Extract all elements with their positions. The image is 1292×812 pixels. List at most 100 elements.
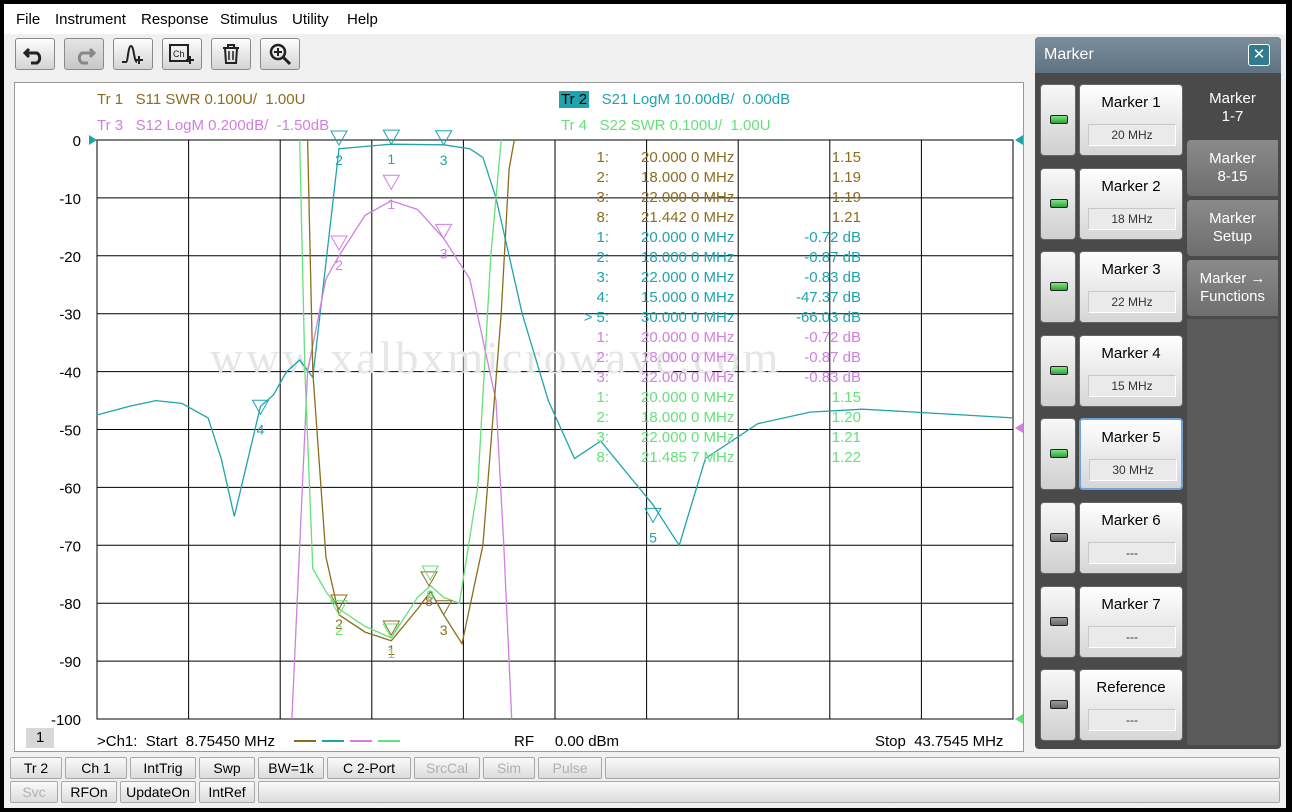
marker-toggle-1[interactable] [1040,84,1076,156]
window-number[interactable]: 1 [26,728,54,748]
marker-button-1[interactable]: Marker 1 20 MHz [1079,84,1183,156]
y-tick-label: -90 [59,654,81,671]
marker-readout-frequency: 22.000 0 MHz [641,429,735,446]
menu-file[interactable]: File [16,11,40,28]
trace-label-tr3: S12 LogM 0.200dB/ -1.50dB [135,117,330,134]
zoom-icon [269,43,292,66]
marker-readout-row: 1: 20.000 0 MHz -0.72 dB [15,329,1015,349]
marker-button-6[interactable]: Marker 6 --- [1079,502,1183,574]
menu-response[interactable]: Response [141,11,209,28]
status-inttrig[interactable]: IntTrig [130,757,196,779]
marker-value-field[interactable]: --- [1088,709,1176,732]
menu-help[interactable]: Help [347,11,378,28]
status-tr-2[interactable]: Tr 2 [10,757,62,779]
marker-readout-row: 2: 18.000 0 MHz -0.87 dB [15,249,1015,269]
led-indicator-icon [1050,198,1068,208]
close-button[interactable]: ✕ [1248,44,1270,66]
trash-icon [223,44,239,64]
trace-header-tr2[interactable]: Tr 2 S21 LogM 10.00dB/ 0.00dB [559,91,790,108]
status-srccal[interactable]: SrcCal [414,757,480,779]
status-swp[interactable]: Swp [199,757,255,779]
marker-readout-id: 3: [596,429,609,446]
tab-marker-3[interactable]: Marker Setup [1187,200,1278,256]
start-frequency[interactable]: >Ch1: Start 8.75450 MHz [97,733,275,750]
status-updateon[interactable]: UpdateOn [120,781,196,803]
marker-triangle[interactable] [330,130,348,147]
marker-button-label: Reference [1096,679,1166,697]
marker-value-field[interactable]: 18 MHz [1088,207,1176,230]
marker-button-7[interactable]: Marker 7 --- [1079,585,1183,658]
redo-button[interactable] [64,38,104,70]
marker-value-field[interactable]: 22 MHz [1088,291,1176,314]
marker-button-4[interactable]: Marker 4 15 MHz [1079,334,1183,407]
marker-readout-row: 1: 20.000 0 MHz 1.15 [15,389,1015,409]
status-intref[interactable]: IntRef [199,781,255,803]
status-rfon[interactable]: RFOn [61,781,117,803]
status-pulse[interactable]: Pulse [538,757,602,779]
marker-readout-row: 8: 21.442 0 MHz 1.21 [15,209,1015,229]
menu-stimulus[interactable]: Stimulus [220,11,278,28]
marker-button-5[interactable]: Marker 5 30 MHz [1079,418,1183,491]
marker-triangle[interactable] [644,507,662,524]
status-sim[interactable]: Sim [483,757,535,779]
led-indicator-icon [1050,282,1068,292]
marker-readout-frequency: 18.000 0 MHz [641,169,735,186]
tab-marker-2[interactable]: Marker 8-15 [1187,140,1278,196]
status-c-2-port[interactable]: C 2-Port [327,757,411,779]
marker-value-field[interactable]: 20 MHz [1088,124,1176,146]
marker-toggle-4[interactable] [1040,334,1076,407]
undo-button[interactable] [15,38,55,70]
add-marker-button[interactable] [113,38,153,70]
marker-button-label: Marker 5 [1101,429,1161,447]
marker-value-field[interactable]: 30 MHz [1089,459,1177,482]
marker-readout-id: 3: [596,189,609,206]
marker-readout-value: 1.15 [831,389,861,406]
marker-readout-id: 1: [596,389,609,406]
trace-header-tr3[interactable]: Tr 3 S12 LogM 0.200dB/ -1.50dB [97,117,329,134]
marker-readout-id: 3: [596,269,609,286]
app-window: File Instrument Response Stimulus Utilit… [4,4,1286,808]
menu-bar: File Instrument Response Stimulus Utilit… [4,4,1286,34]
status-svc[interactable]: Svc [10,781,58,803]
menu-utility[interactable]: Utility [292,11,329,28]
trace-id-tr2: Tr 2 [559,91,590,108]
marker-toggle-3[interactable] [1040,251,1076,324]
zoom-button[interactable] [260,38,300,70]
marker-readout-value: 1.22 [831,449,861,466]
marker-value-field[interactable]: --- [1088,625,1176,648]
marker-readout-value: -0.87 dB [804,349,861,366]
status-ch-1[interactable]: Ch 1 [65,757,127,779]
led-indicator-icon [1050,616,1068,626]
measurement-window[interactable]: www.xalbxmicrowave.com 0 -10 -20 -30 -40 -50-… [14,82,1024,752]
delete-button[interactable] [211,38,251,70]
marker-button-3[interactable]: Marker 3 22 MHz [1079,251,1183,324]
marker-toggle-8[interactable] [1040,669,1076,742]
marker-triangle[interactable] [434,130,453,146]
status-bw-1k[interactable]: BW=1k [258,757,324,779]
y-tick-label: 0 [73,133,81,150]
add-channel-button[interactable]: Ch [162,38,202,70]
marker-toggle-7[interactable] [1040,585,1076,658]
marker-toggle-6[interactable] [1040,502,1076,574]
rf-power[interactable]: RF 0.00 dBm [514,733,619,750]
tab-marker-4[interactable]: Marker → Functions [1187,260,1278,316]
marker-readout-row: > 5: 30.000 0 MHz -66.03 dB [15,309,1015,329]
marker-value-field[interactable]: --- [1088,542,1176,564]
marker-value-field[interactable]: 15 MHz [1088,374,1176,397]
marker-button-2[interactable]: Marker 2 18 MHz [1079,167,1183,240]
trace-header-tr4[interactable]: Tr 4 S22 SWR 0.100U/ 1.00U [561,117,771,134]
tab-panel-filler [1187,319,1278,745]
marker-readout-frequency: 22.000 0 MHz [641,269,735,286]
menu-instrument[interactable]: Instrument [55,11,126,28]
stop-frequency[interactable]: Stop 43.7545 MHz [875,733,1003,750]
status-empty-slot [605,757,1280,779]
marker-readout-value: -0.72 dB [804,329,861,346]
marker-triangle[interactable] [382,129,401,146]
marker-label: 2 [335,622,343,638]
trace-header-tr1[interactable]: Tr 1 S11 SWR 0.100U/ 1.00U [97,91,305,108]
tab-marker-1[interactable]: Marker 1-7 [1187,80,1278,136]
marker-readout-frequency: 18.000 0 MHz [641,409,735,426]
marker-button-8[interactable]: Reference --- [1079,669,1183,742]
marker-toggle-2[interactable] [1040,167,1076,240]
marker-toggle-5[interactable] [1040,418,1076,491]
